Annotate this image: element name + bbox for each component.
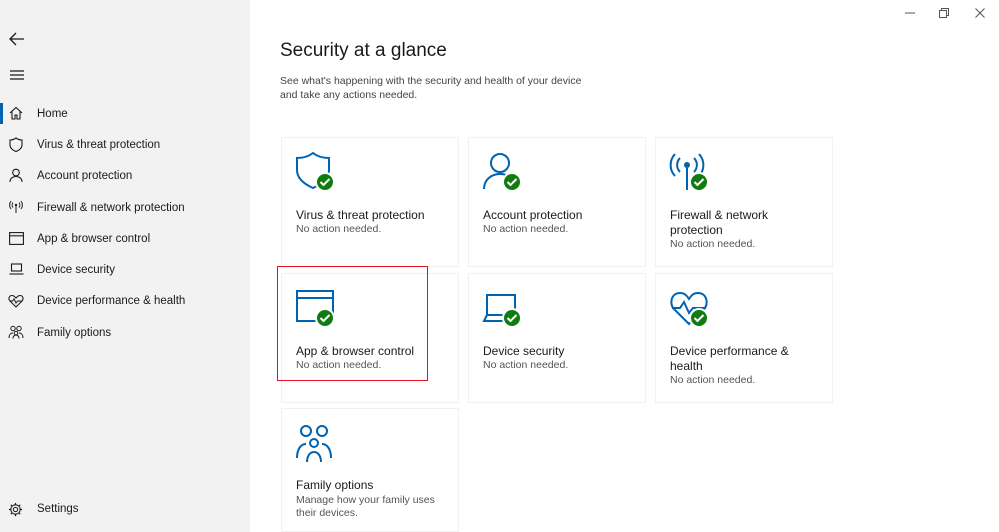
shield-check-icon: [295, 151, 341, 193]
person-icon: [8, 168, 24, 184]
antenna-icon: [8, 199, 24, 215]
card-status: No action needed.: [296, 359, 446, 372]
selection-indicator: [0, 103, 3, 124]
restore-button[interactable]: [933, 4, 955, 22]
sidebar-item-label: Device security: [37, 264, 115, 276]
back-arrow-icon: [9, 32, 25, 46]
home-icon: [8, 105, 24, 121]
card-title: Virus & threat protection: [296, 208, 446, 223]
card-title: App & browser control: [296, 344, 446, 359]
card-family[interactable]: Family options Manage how your family us…: [281, 408, 459, 532]
family-icon: [8, 324, 24, 340]
card-device-security[interactable]: Device security No action needed.: [468, 273, 646, 403]
sidebar-item-label: App & browser control: [37, 233, 150, 245]
laptop-icon: [8, 261, 24, 277]
sidebar-item-label: Virus & threat protection: [37, 139, 160, 151]
sidebar-item-account[interactable]: Account protection: [0, 161, 250, 192]
back-button[interactable]: [6, 28, 28, 50]
card-status: No action needed.: [670, 374, 820, 387]
heart-check-icon: [669, 287, 715, 329]
card-device-performance[interactable]: Device performance & health No action ne…: [655, 273, 833, 403]
sidebar-item-label: Family options: [37, 327, 111, 339]
sidebar-item-home[interactable]: Home: [0, 98, 250, 129]
card-title: Account protection: [483, 208, 633, 223]
sidebar-item-label: Account protection: [37, 170, 132, 182]
card-firewall[interactable]: Firewall & network protection No action …: [655, 137, 833, 267]
card-account[interactable]: Account protection No action needed.: [468, 137, 646, 267]
sidebar-item-device-performance[interactable]: Device performance & health: [0, 286, 250, 317]
sidebar-item-label: Device performance & health: [37, 295, 185, 307]
minimize-button[interactable]: [899, 4, 921, 22]
page-title: Security at a glance: [280, 40, 447, 62]
antenna-check-icon: [669, 151, 715, 193]
card-title: Firewall & network protection: [670, 208, 820, 238]
card-status: No action needed.: [670, 238, 820, 251]
hamburger-menu-button[interactable]: [6, 64, 28, 86]
laptop-check-icon: [482, 287, 528, 329]
card-virus-threat[interactable]: Virus & threat protection No action need…: [281, 137, 459, 267]
family-icon: [295, 422, 341, 464]
sidebar: Home Virus & threat protection Account p…: [0, 0, 250, 532]
restore-icon: [939, 8, 949, 18]
hamburger-icon: [10, 70, 24, 80]
shield-icon: [8, 136, 24, 152]
browser-window-icon: [8, 230, 24, 246]
sidebar-item-virus-threat[interactable]: Virus & threat protection: [0, 129, 250, 160]
settings-label: Settings: [37, 503, 79, 515]
card-description: Manage how your family uses their device…: [296, 494, 446, 520]
minimize-icon: [905, 8, 915, 18]
sidebar-item-label: Home: [37, 108, 68, 120]
sidebar-item-device-security[interactable]: Device security: [0, 254, 250, 285]
sidebar-item-family[interactable]: Family options: [0, 317, 250, 348]
sidebar-item-label: Firewall & network protection: [37, 202, 185, 214]
person-check-icon: [482, 151, 528, 193]
sidebar-nav: Home Virus & threat protection Account p…: [0, 98, 250, 348]
close-icon: [975, 8, 985, 18]
gear-icon: [8, 502, 24, 518]
card-title: Device security: [483, 344, 633, 359]
card-status: No action needed.: [483, 359, 633, 372]
sidebar-item-settings[interactable]: Settings: [0, 497, 250, 523]
card-title: Device performance & health: [670, 344, 820, 374]
heart-icon: [8, 293, 24, 309]
page-subtitle: See what's happening with the security a…: [280, 74, 600, 102]
card-status: No action needed.: [296, 223, 446, 236]
card-title: Family options: [296, 478, 446, 493]
card-status: No action needed.: [483, 223, 633, 236]
sidebar-item-firewall[interactable]: Firewall & network protection: [0, 192, 250, 223]
sidebar-item-app-browser[interactable]: App & browser control: [0, 223, 250, 254]
card-app-browser[interactable]: App & browser control No action needed.: [281, 273, 459, 403]
close-button[interactable]: [969, 4, 991, 22]
browser-window-check-icon: [295, 287, 341, 329]
